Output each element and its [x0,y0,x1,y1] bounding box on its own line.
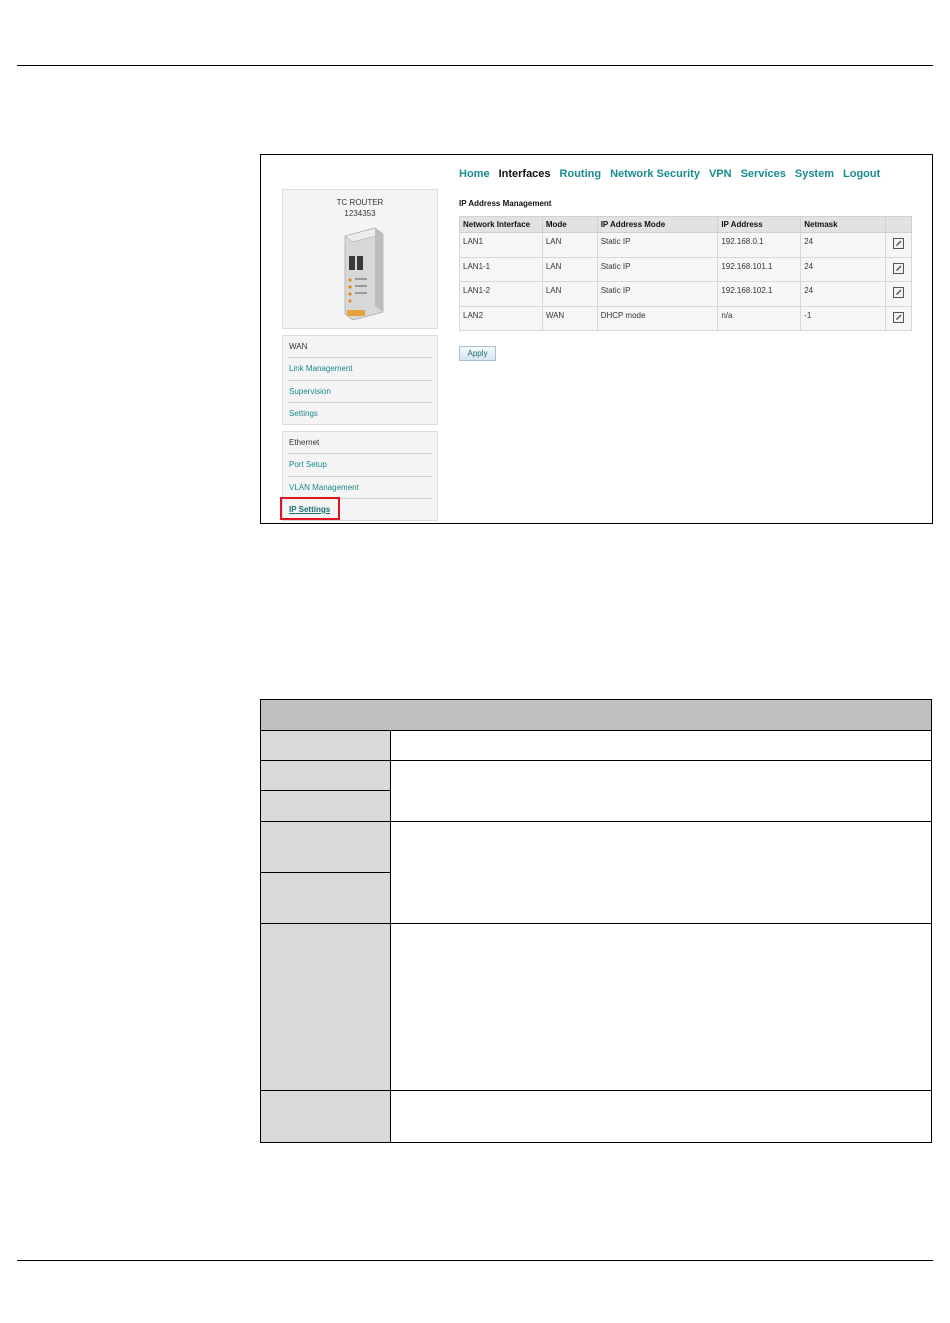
cell-ip-address: 192.168.0.1 [717,232,802,258]
cell-ip-mode: DHCP mode [596,305,719,331]
edit-icon[interactable] [893,311,904,323]
sidebar-item-port-setup[interactable]: Port Setup [288,454,432,477]
cell-edit [885,281,912,307]
edit-icon[interactable] [893,238,904,250]
cell-edit [885,232,912,258]
description-value-cell [390,730,932,761]
sidebar-item-vlan-management[interactable]: VLAN Management [288,477,432,499]
cell-netmask: 24 [800,281,887,307]
device-name: TC ROUTER [336,198,384,207]
device-panel: TC ROUTER 1234353 [282,189,438,329]
cell-interface: LAN1-2 [459,281,543,307]
router-device-image [344,227,384,321]
cell-ip-address: 192.168.102.1 [717,281,802,307]
cell-interface: LAN1 [459,232,543,258]
sidebar-item-supervision[interactable]: Supervision [288,381,432,403]
nav-network-security[interactable]: Network Security [610,168,700,182]
cell-netmask: -1 [800,305,887,331]
description-table [260,699,932,1143]
cell-ip-address: 192.168.101.1 [717,256,802,282]
router-web-ui-screenshot: TC ROUTER 1234353 WAN Link Management Su… [260,154,933,524]
cell-mode: WAN [541,305,598,331]
description-table-header [260,699,932,731]
col-mode: Mode [541,216,598,233]
col-ip-address-mode: IP Address Mode [596,216,719,233]
nav-system[interactable]: System [795,168,834,182]
description-value-cell [390,1090,932,1143]
cell-mode: LAN [541,232,598,258]
page-title: IP Address Management [459,199,552,208]
nav-services[interactable]: Services [741,168,786,182]
table-row: LAN1 LAN Static IP 192.168.0.1 24 [459,232,912,258]
cell-netmask: 24 [800,232,887,258]
sidebar-heading-wan: WAN [288,336,432,358]
description-value-cell [390,760,932,822]
col-netmask: Netmask [800,216,887,233]
cell-ip-mode: Static IP [596,281,719,307]
ip-address-table: Network Interface Mode IP Address Mode I… [459,216,912,331]
description-label-cell [260,790,391,822]
page-top-rule [17,65,933,66]
edit-icon[interactable] [893,262,904,274]
cell-ip-mode: Static IP [596,232,719,258]
cell-edit [885,305,912,331]
cell-interface: LAN1-1 [459,256,543,282]
cell-ip-mode: Static IP [596,256,719,282]
nav-vpn[interactable]: VPN [709,168,732,182]
description-value-cell [390,821,932,924]
cell-netmask: 24 [800,256,887,282]
page-bottom-rule [17,1260,933,1261]
table-header-row: Network Interface Mode IP Address Mode I… [459,216,912,233]
sidebar-group-wan: WAN Link Management Supervision Settings [282,335,438,425]
sidebar-item-link-management[interactable]: Link Management [288,358,432,381]
cell-mode: LAN [541,281,598,307]
sidebar-item-settings[interactable]: Settings [288,403,432,426]
nav-routing[interactable]: Routing [560,168,602,182]
table-row: LAN1-2 LAN Static IP 192.168.102.1 24 [459,281,912,307]
col-edit [885,216,912,233]
table-row: LAN2 WAN DHCP mode n/a -1 [459,305,912,331]
description-label-cell [260,923,391,1091]
edit-icon[interactable] [893,287,904,299]
top-navigation: Home Interfaces Routing Network Security… [459,168,889,182]
nav-interfaces[interactable]: Interfaces [499,168,551,182]
device-serial: 1234353 [344,209,376,218]
description-label-cell [260,730,391,761]
ip-settings-highlight-box [280,497,340,520]
description-value-cell [390,923,932,1091]
description-label-cell [260,760,391,791]
cell-mode: LAN [541,256,598,282]
cell-edit [885,256,912,282]
col-network-interface: Network Interface [459,216,543,233]
nav-home[interactable]: Home [459,168,490,182]
description-label-cell [260,872,391,924]
description-label-cell [260,1090,391,1143]
description-label-cell [260,821,391,873]
cell-interface: LAN2 [459,305,543,331]
cell-ip-address: n/a [717,305,802,331]
sidebar-heading-ethernet: Ethernet [288,432,432,454]
col-ip-address: IP Address [717,216,802,233]
nav-logout[interactable]: Logout [843,168,880,182]
apply-button[interactable]: Apply [459,346,496,361]
table-row: LAN1-1 LAN Static IP 192.168.101.1 24 [459,256,912,282]
